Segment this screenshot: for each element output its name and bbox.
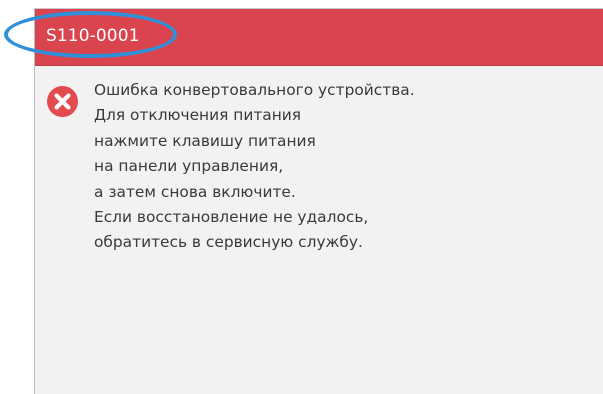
message-line: нажмите клавишу питания	[94, 131, 316, 150]
message-line: на панели управления,	[94, 157, 284, 176]
message-line: обратитесь в сервисную службу.	[94, 233, 363, 252]
message-line: Для отключения питания	[94, 106, 302, 125]
error-message: Ошибка конвертовального устройства. Для …	[94, 78, 584, 256]
message-line: Ошибка конвертовального устройства.	[94, 81, 415, 99]
message-line: а затем снова включите.	[94, 182, 296, 201]
screen: S110-0001 Ошибка конвертовального устрой…	[0, 0, 603, 394]
error-x-icon	[47, 86, 78, 117]
error-code-label: S110-0001	[46, 26, 140, 46]
dialog-header: S110-0001	[35, 9, 603, 66]
message-line: Если восстановление не удалось,	[94, 208, 369, 227]
